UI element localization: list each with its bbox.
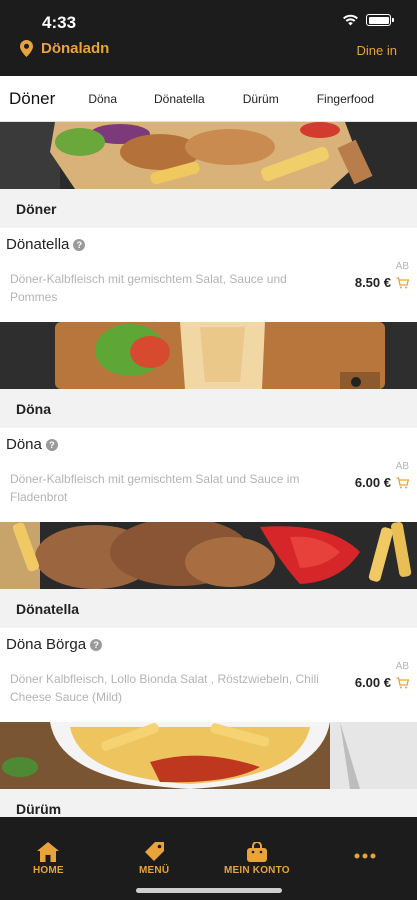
home-indicator [136,888,282,893]
location-pin-icon [20,40,33,57]
location-selector[interactable]: Dönaladn [20,40,109,57]
price-prefix: AB [395,261,409,272]
tag-icon [145,842,165,861]
info-icon[interactable]: ? [90,638,103,651]
tab-donatella[interactable]: Dönatella [154,92,205,106]
nav-menu-label: MENÜ [139,865,170,876]
menu-item-donatella[interactable]: Dönatella ? Döner-Kalbfleisch mit gemisc… [0,228,417,322]
item-price: 6.00 € [354,475,391,490]
wifi-icon [343,14,358,26]
price-row: 8.50 € [355,275,409,290]
item-name-text: Dönatella [6,236,70,253]
tab-dona[interactable]: Döna [88,92,117,106]
durum-banner-image [0,722,417,789]
menu-item-dona[interactable]: Döna ? Döner-Kalbfleisch mit gemischtem … [0,428,417,522]
item-description: Döner-Kalbfleisch mit gemischtem Salat u… [10,472,300,504]
price-row: 6.00 € [355,675,409,690]
add-to-cart-icon[interactable] [396,276,409,289]
menu-item-dona-borga[interactable]: Döna Börga ? Döner Kalbfleisch, Lollo Bi… [0,628,417,722]
info-icon[interactable]: ? [45,438,58,451]
nav-menu[interactable]: MENÜ [139,842,169,876]
item-description: Döner-Kalbfleisch mit gemischtem Salat, … [10,272,287,304]
nav-account-label: MEIN KONTO [224,865,290,876]
section-title-donatella: Dönatella [0,589,417,628]
section-title-doner: Döner [0,189,417,228]
add-to-cart-icon[interactable] [396,676,409,689]
tab-doner[interactable]: Döner [9,89,55,109]
nav-home[interactable]: HOME [33,842,64,876]
bag-icon [246,842,267,862]
item-description: Döner Kalbfleisch, Lollo Bionda Salat , … [10,672,319,704]
menu-content[interactable]: Döner Dönatella ? Döner-Kalbfleisch mit … [0,122,417,817]
price-prefix: AB [395,661,409,672]
nav-home-label: HOME [33,865,64,876]
item-price: 8.50 € [354,275,391,290]
section-title-dona: Döna [0,389,417,428]
item-name: Döna ? [6,436,58,453]
more-icon [354,853,376,859]
price-row: 6.00 € [355,475,409,490]
donatella-banner-image [0,522,417,589]
status-icons [342,14,394,26]
dine-in-button[interactable]: Dine in [357,43,397,58]
nav-account[interactable]: MEIN KONTO [224,842,290,876]
item-price: 6.00 € [354,675,391,690]
doner-banner-image [0,122,417,189]
tab-fingerfood[interactable]: Fingerfood [317,92,374,106]
category-tabs: Döner Döna Dönatella Dürüm Fingerfood [0,76,417,122]
section-title-durum: Dürüm [0,789,417,817]
price-prefix: AB [395,461,409,472]
item-name: Döna Börga ? [6,636,103,653]
tab-durum[interactable]: Dürüm [243,92,279,106]
item-name-text: Döna [6,436,42,453]
item-name-text: Döna Börga [6,636,87,653]
home-icon [37,842,60,862]
item-name: Dönatella ? [6,236,86,253]
location-name: Dönaladn [41,40,110,57]
app-header: 4:33 Dönaladn Dine in [0,0,417,76]
info-icon[interactable]: ? [73,238,86,251]
battery-icon [366,14,394,26]
status-time: 4:33 [42,13,77,32]
add-to-cart-icon[interactable] [396,476,409,489]
dona-banner-image [0,322,417,389]
nav-more[interactable] [354,853,376,859]
